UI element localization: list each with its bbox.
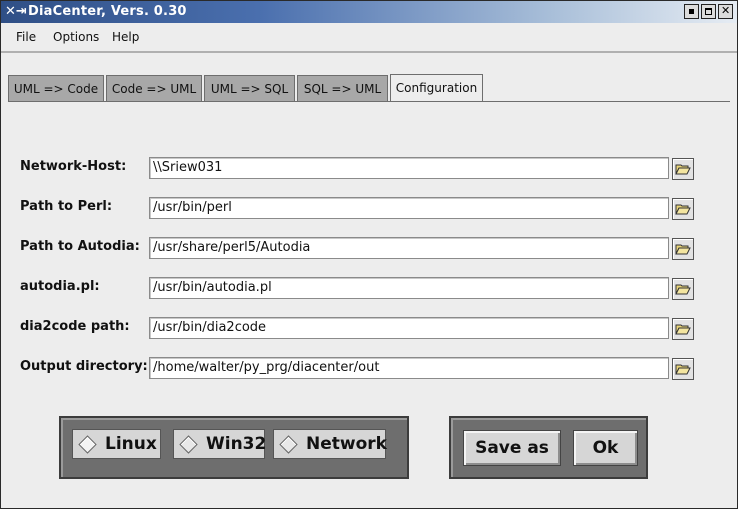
- menu-help[interactable]: Help: [112, 30, 139, 44]
- action-button-group: Save as Ok: [449, 416, 648, 479]
- close-button[interactable]: [718, 4, 733, 19]
- network-host-browse-button[interactable]: [672, 158, 694, 180]
- output-directory-browse-button[interactable]: [672, 358, 694, 380]
- output-directory-input[interactable]: /home/walter/py_prg/diacenter/out: [149, 357, 669, 379]
- radio-win32-label: Win32: [206, 434, 267, 454]
- menu-options[interactable]: Options: [53, 30, 99, 44]
- radio-linux[interactable]: Linux: [72, 429, 161, 459]
- save-as-button[interactable]: Save as: [463, 430, 561, 466]
- perl-path-label: Path to Perl:: [20, 199, 113, 214]
- tab-uml-to-code[interactable]: UML => Code: [8, 75, 104, 101]
- autodia-pl-browse-button[interactable]: [672, 278, 694, 300]
- dia2code-path-label: dia2code path:: [20, 319, 130, 334]
- tab-configuration[interactable]: Configuration: [390, 74, 483, 102]
- radio-linux-label: Linux: [105, 434, 157, 454]
- ok-button[interactable]: Ok: [573, 430, 638, 466]
- app-window: ✕⇥ DiaCenter, Vers. 0.30 File Options He…: [0, 0, 738, 509]
- radio-diamond-icon: [179, 435, 198, 454]
- autodia-path-label: Path to Autodia:: [20, 239, 140, 254]
- minimize-button[interactable]: [684, 4, 699, 19]
- dia2code-path-input[interactable]: /usr/bin/dia2code: [149, 317, 669, 339]
- maximize-button[interactable]: [701, 4, 716, 19]
- window-title: DiaCenter, Vers. 0.30: [28, 4, 187, 19]
- tab-divider: [8, 101, 730, 102]
- radio-diamond-icon: [279, 435, 298, 454]
- network-host-input[interactable]: \\Sriew031: [149, 157, 669, 179]
- radio-win32[interactable]: Win32: [173, 429, 267, 459]
- autodia-pl-label: autodia.pl:: [20, 279, 100, 294]
- radio-network[interactable]: Network: [273, 429, 387, 459]
- autodia-pl-input[interactable]: /usr/bin/autodia.pl: [149, 277, 669, 299]
- menu-bar: File Options Help: [1, 23, 737, 53]
- tab-code-to-uml[interactable]: Code => UML: [106, 75, 202, 101]
- perl-path-browse-button[interactable]: [672, 198, 694, 220]
- radio-diamond-icon: [78, 435, 97, 454]
- menu-file[interactable]: File: [16, 30, 36, 44]
- output-directory-label: Output directory:: [20, 359, 148, 374]
- network-host-label: Network-Host:: [20, 159, 127, 174]
- autodia-path-browse-button[interactable]: [672, 238, 694, 260]
- platform-radio-group: Linux Win32 Network: [59, 416, 409, 479]
- title-bar[interactable]: ✕⇥ DiaCenter, Vers. 0.30: [1, 1, 737, 23]
- radio-network-label: Network: [306, 434, 387, 454]
- tab-uml-to-sql[interactable]: UML => SQL: [204, 75, 295, 101]
- app-logo-icon[interactable]: ✕⇥: [5, 4, 27, 20]
- tab-sql-to-uml[interactable]: SQL => UML: [297, 75, 388, 101]
- perl-path-input[interactable]: /usr/bin/perl: [149, 197, 669, 219]
- dia2code-path-browse-button[interactable]: [672, 318, 694, 340]
- autodia-path-input[interactable]: /usr/share/perl5/Autodia: [149, 237, 669, 259]
